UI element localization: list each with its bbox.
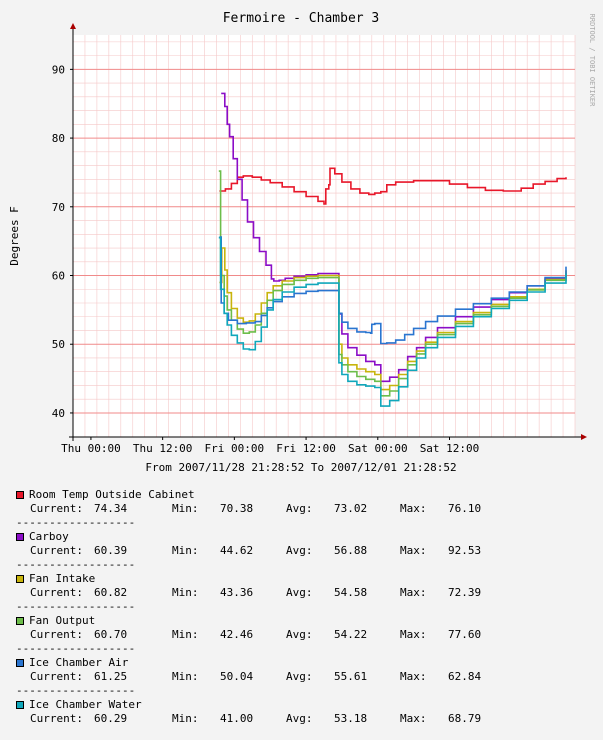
stat-label-avg: Avg: [286, 502, 313, 515]
legend-entry: Room Temp Outside Cabinet Current: 74.34 Mi… [16, 488, 481, 530]
y-tick-label: 40 [52, 407, 65, 420]
stat-label-avg: Avg: [286, 712, 313, 725]
stat-label-max: Max: [400, 712, 427, 725]
stat-label-max: Max: [400, 586, 427, 599]
legend-entry: Ice Chamber Air Current: 61.25 Min: 50.04 Avg… [16, 656, 481, 698]
stat-label-min: Min: [172, 670, 199, 683]
x-tick-label: Thu 00:00 [61, 442, 121, 455]
legend-separator: ------------------ [16, 516, 136, 529]
y-tick-label: 80 [52, 132, 65, 145]
stat-value-min: 42.46 [220, 628, 254, 641]
stat-label-min: Min: [172, 502, 199, 515]
stat-label-min: Min: [172, 628, 199, 641]
stat-value-avg: 54.58 [334, 586, 368, 599]
stat-value-current: 60.82 [94, 586, 128, 599]
stat-label-current: Current: [30, 586, 83, 599]
legend-series-name: Ice Chamber Air [29, 656, 129, 669]
stat-label-max: Max: [400, 502, 427, 515]
y-tick-label: 50 [52, 338, 65, 351]
chart-title: Fermoire - Chamber 3 [223, 11, 380, 26]
stat-value-current: 60.70 [94, 628, 128, 641]
legend-series-name: Fan Output [29, 614, 96, 627]
legend-separator: ------------------ [16, 684, 136, 697]
legend-entry: Fan Output Current: 60.70 Min: 42.46 Avg: 54.2… [16, 614, 481, 656]
stat-value-max: 77.60 [448, 628, 482, 641]
stat-label-min: Min: [172, 712, 199, 725]
x-axis-label: From 2007/11/28 21:28:52 To 2007/12/01 2… [145, 461, 456, 474]
legend-swatch [16, 617, 24, 625]
stat-value-max: 76.10 [448, 502, 482, 515]
stat-value-current: 74.34 [94, 502, 128, 515]
legend-swatch [16, 659, 24, 667]
stat-value-min: 70.38 [220, 502, 254, 515]
stat-value-avg: 55.61 [334, 670, 368, 683]
stat-value-max: 62.84 [448, 670, 482, 683]
stat-value-min: 41.00 [220, 712, 254, 725]
x-tick-label: Fri 12:00 [276, 442, 336, 455]
legend-swatch [16, 533, 24, 541]
stat-label-min: Min: [172, 544, 199, 557]
stat-value-current: 60.39 [94, 544, 128, 557]
stat-label-avg: Avg: [286, 544, 313, 557]
stat-value-avg: 73.02 [334, 502, 368, 515]
stat-value-max: 92.53 [448, 544, 482, 557]
legend-stats: Current: 60.29 Min: 41.00 Avg: 53.18 Max: 68.79 [16, 712, 481, 726]
stat-label-avg: Avg: [286, 670, 313, 683]
stat-label-current: Current: [30, 670, 83, 683]
legend-series-name: Ice Chamber Water [29, 698, 142, 711]
stat-value-avg: 54.22 [334, 628, 368, 641]
legend-swatch [16, 701, 24, 709]
stat-value-max: 68.79 [448, 712, 482, 725]
stat-label-current: Current: [30, 502, 83, 515]
legend: Room Temp Outside Cabinet Current: 74.34 Mi… [16, 488, 481, 740]
legend-entry: Ice Chamber Water Current: 60.29 Min: 41.00 A… [16, 698, 481, 740]
legend-series-name: Room Temp Outside Cabinet [29, 488, 195, 501]
legend-swatch [16, 491, 24, 499]
x-tick-label: Sat 00:00 [348, 442, 408, 455]
stat-value-min: 44.62 [220, 544, 254, 557]
stat-label-current: Current: [30, 628, 83, 641]
x-tick-label: Thu 12:00 [133, 442, 193, 455]
stat-label-max: Max: [400, 544, 427, 557]
legend-separator: ------------------ [16, 600, 136, 613]
x-tick-label: Sat 12:00 [420, 442, 480, 455]
stat-value-min: 50.04 [220, 670, 254, 683]
legend-stats: Current: 61.25 Min: 50.04 Avg: 55.61 Max: 62.84 [16, 670, 481, 684]
stat-label-avg: Avg: [286, 628, 313, 641]
legend-swatch [16, 575, 24, 583]
y-axis-label: Degrees F [8, 206, 21, 266]
stat-value-current: 60.29 [94, 712, 128, 725]
stat-label-min: Min: [172, 586, 199, 599]
stat-label-max: Max: [400, 628, 427, 641]
legend-stats: Current: 60.82 Min: 43.36 Avg: 54.58 Max: 72.39 [16, 586, 481, 600]
stat-value-max: 72.39 [448, 586, 482, 599]
x-tick-label: Fri 00:00 [205, 442, 265, 455]
legend-stats: Current: 74.34 Min: 70.38 Avg: 73.02 Max: 76.10 [16, 502, 481, 516]
y-tick-label: 70 [52, 201, 65, 214]
stat-label-current: Current: [30, 544, 83, 557]
legend-stats: Current: 60.39 Min: 44.62 Avg: 56.88 Max: 92.53 [16, 544, 481, 558]
stat-value-min: 43.36 [220, 586, 254, 599]
legend-separator: ------------------ [16, 642, 136, 655]
stat-value-current: 61.25 [94, 670, 128, 683]
stat-value-avg: 53.18 [334, 712, 368, 725]
legend-series-name: Carboy [29, 530, 69, 543]
legend-separator: ------------------ [16, 558, 136, 571]
legend-stats: Current: 60.70 Min: 42.46 Avg: 54.22 Max: 77.60 [16, 628, 481, 642]
stat-label-max: Max: [400, 670, 427, 683]
y-tick-label: 60 [52, 270, 65, 283]
legend-series-name: Fan Intake [29, 572, 96, 585]
stat-label-avg: Avg: [286, 586, 313, 599]
legend-entry: Fan Intake Current: 60.82 Min: 43.36 Avg: 54.5… [16, 572, 481, 614]
watermark: RRDTOOL / TOBI OETIKER [588, 14, 596, 108]
stat-value-avg: 56.88 [334, 544, 368, 557]
stat-label-current: Current: [30, 712, 83, 725]
y-tick-label: 90 [52, 63, 65, 76]
legend-entry: Carboy Current: 60.39 Min: 44.62 Avg: 56.88 Max… [16, 530, 481, 572]
